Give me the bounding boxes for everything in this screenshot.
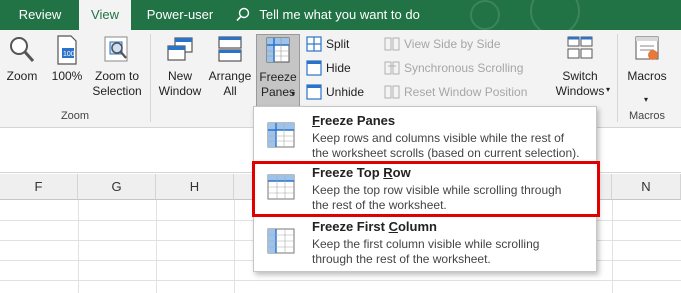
hide-window-icon (306, 60, 322, 76)
reset-window-position-button[interactable]: Reset Window Position (382, 82, 527, 102)
zoom-label: Zoom (6, 69, 38, 83)
arrange-all-icon (218, 36, 242, 62)
zoom-button[interactable]: Zoom (4, 34, 40, 84)
synchronous-scrolling-button[interactable]: Synchronous Scrolling (382, 58, 523, 78)
menu-item-freeze-first-column[interactable]: Freeze First Column Keep the first colum… (254, 217, 598, 269)
reset-window-position-label: Reset Window Position (404, 85, 528, 99)
view-side-by-side-label: View Side by Side (404, 37, 501, 51)
side-by-side-icon (384, 37, 400, 51)
reset-window-position-icon (384, 85, 400, 99)
tab-view[interactable]: View (79, 0, 131, 31)
title-accelerator: F (312, 113, 320, 128)
view-side-by-side-button[interactable]: View Side by Side (382, 34, 501, 54)
lightbulb-icon (236, 7, 250, 21)
menu-item-title: Freeze First Column (312, 219, 437, 234)
freeze-top-row-icon (267, 174, 295, 200)
column-header-f[interactable]: F (0, 174, 78, 200)
tell-me-label: Tell me what you want to do (259, 7, 420, 22)
split-button[interactable]: Split (304, 34, 349, 54)
title-accelerator: C (388, 219, 398, 234)
macros-label: Macros (627, 69, 667, 83)
zoom-to-selection-icon (104, 36, 128, 62)
menu-item-description: Keep rows and columns visible while the … (312, 131, 580, 160)
unhide-label: Unhide (326, 85, 365, 99)
switch-windows-icon (567, 36, 593, 59)
zoom-to-selection-label: Zoom to Selection (92, 69, 142, 98)
macros-group-label: Macros (628, 110, 666, 122)
group-separator (617, 34, 618, 122)
gridline (0, 280, 681, 281)
synchronous-scrolling-icon (384, 61, 400, 75)
zoom-100-label: 100% (51, 69, 83, 83)
column-header-n[interactable]: N (612, 174, 681, 200)
group-separator (150, 34, 151, 122)
zoom-100-button[interactable]: 100 100% (48, 34, 86, 84)
dropdown-arrow-icon: ▾ (290, 89, 295, 98)
hide-label: Hide (326, 61, 351, 75)
arrange-all-button[interactable]: Arrange All (206, 34, 254, 99)
hide-button[interactable]: Hide (304, 58, 351, 78)
zoom-to-selection-button[interactable]: Zoom to Selection (90, 34, 144, 99)
arrange-all-label: Arrange All (208, 69, 252, 98)
title-text: olumn (397, 219, 437, 234)
freeze-first-column-icon (267, 228, 295, 254)
unhide-window-icon (306, 84, 322, 100)
new-window-label: New Window (158, 69, 202, 98)
new-window-button[interactable]: New Window (156, 34, 204, 99)
title-text: reeze Panes (319, 113, 396, 128)
switch-windows-label: Switch Windows (555, 69, 605, 98)
macros-icon (635, 36, 659, 60)
svg-text:100: 100 (63, 51, 75, 58)
menu-item-title: Freeze Top Row (312, 165, 411, 180)
unhide-button[interactable]: Unhide (304, 82, 364, 102)
tell-me-search[interactable]: Tell me what you want to do (236, 0, 420, 30)
macros-button[interactable]: Macros ▾ (622, 34, 672, 104)
menu-item-freeze-panes[interactable]: Freeze Panes Keep rows and columns visib… (254, 111, 598, 163)
title-text: ow (392, 165, 411, 180)
tab-power-user[interactable]: Power-user (140, 0, 220, 30)
synchronous-scrolling-label: Synchronous Scrolling (404, 61, 524, 75)
column-header-h[interactable]: H (156, 174, 234, 200)
menu-item-description: Keep the top row visible while scrolling… (312, 183, 562, 212)
new-window-icon (167, 37, 193, 61)
watermark-decoration (470, 0, 500, 30)
excel-window: Review View Power-user Tell me what you … (0, 0, 681, 293)
freeze-panes-icon (267, 122, 295, 148)
title-text: Freeze Top (312, 165, 384, 180)
freeze-panes-button[interactable]: Freeze Panes ▾ (256, 34, 300, 110)
freeze-panes-menu: Freeze Panes Keep rows and columns visib… (252, 106, 600, 272)
tab-review[interactable]: Review (14, 0, 66, 30)
ribbon-tab-bar: Review View Power-user Tell me what you … (0, 0, 681, 36)
menu-item-freeze-top-row[interactable]: Freeze Top Row Keep the top row visible … (252, 161, 600, 217)
switch-windows-button[interactable]: Switch Windows ▾ (548, 34, 612, 99)
zoom-group-label: Zoom (60, 110, 90, 122)
column-header-g[interactable]: G (78, 174, 156, 200)
magnifier-icon (10, 37, 35, 62)
split-label: Split (326, 37, 350, 51)
dropdown-arrow-icon: ▾ (605, 85, 610, 94)
dropdown-arrow-icon: ▾ (644, 95, 649, 104)
split-icon (306, 36, 322, 52)
title-text: Freeze First (312, 219, 389, 234)
menu-item-title: Freeze Panes (312, 113, 395, 128)
zoom-100-icon: 100 (57, 35, 77, 65)
title-accelerator: R (383, 165, 393, 180)
freeze-panes-icon (266, 37, 290, 63)
menu-item-description: Keep the first column visible while scro… (312, 237, 540, 266)
